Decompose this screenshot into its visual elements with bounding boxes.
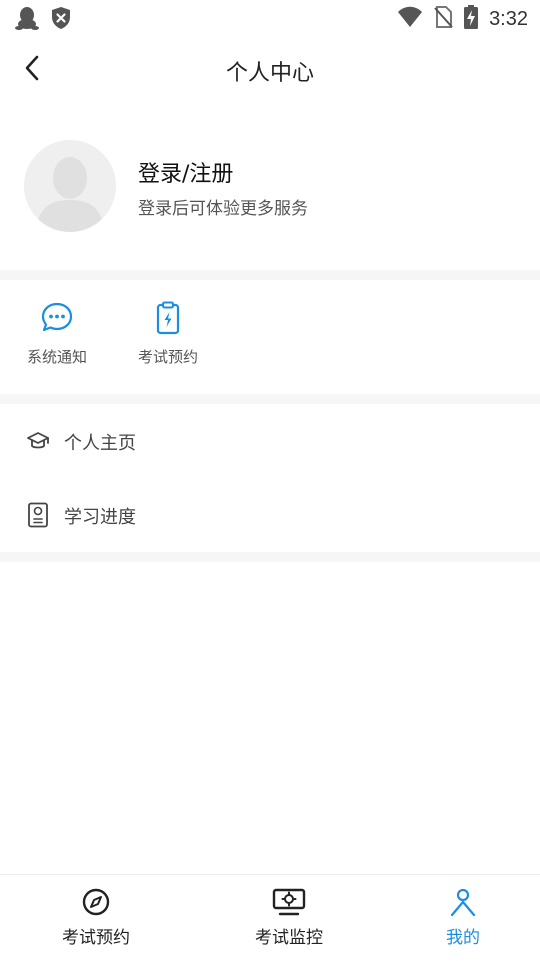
nav-label: 我的 <box>446 928 480 948</box>
no-sim-icon <box>433 5 453 33</box>
status-time: 3:32 <box>489 7 528 30</box>
nav-tab-mine[interactable]: 我的 <box>398 887 528 948</box>
shield-x-icon <box>50 6 72 34</box>
menu-item-personal-home[interactable]: 个人主页 <box>0 404 540 478</box>
profile-section[interactable]: 登录/注册 登录后可体验更多服务 <box>0 104 540 270</box>
nav-label: 考试预约 <box>62 928 130 948</box>
page-title: 个人中心 <box>225 61 314 86</box>
clipboard-bolt-icon <box>156 301 180 335</box>
monitor-gear-icon <box>272 888 306 916</box>
menu-item-study-progress[interactable]: 学习进度 <box>0 478 540 552</box>
quick-action-system-notice[interactable]: 系统通知 <box>2 300 112 367</box>
chat-bubble-icon <box>41 302 73 332</box>
default-avatar-icon[interactable] <box>24 140 116 232</box>
section-divider <box>0 394 540 404</box>
menu-item-label: 学习进度 <box>64 507 136 528</box>
section-divider <box>0 552 540 562</box>
section-divider <box>0 270 540 280</box>
nav-label: 考试监控 <box>255 928 323 948</box>
battery-charging-icon <box>463 5 479 33</box>
quick-action-label: 系统通知 <box>26 348 87 366</box>
quick-actions: 系统通知 考试预约 <box>0 280 540 394</box>
menu-item-label: 个人主页 <box>64 433 136 454</box>
login-register-link[interactable]: 登录/注册 <box>138 156 233 188</box>
qq-icon <box>14 5 40 35</box>
bottom-nav: 考试预约 考试监控 我的 <box>0 874 540 961</box>
menu-list: 个人主页 学习进度 <box>0 404 540 552</box>
wifi-icon <box>397 6 423 32</box>
graduation-cap-icon <box>27 432 49 449</box>
login-subtitle: 登录后可体验更多服务 <box>138 199 308 219</box>
certificate-icon <box>28 502 48 528</box>
person-icon <box>450 888 476 917</box>
nav-tab-exam-booking[interactable]: 考试预约 <box>31 887 161 948</box>
quick-action-label: 考试预约 <box>137 348 198 366</box>
compass-icon <box>82 888 110 916</box>
status-bar: 3:32 <box>0 0 540 36</box>
nav-tab-exam-monitor[interactable]: 考试监控 <box>224 887 354 948</box>
quick-action-exam-booking[interactable]: 考试预约 <box>113 300 223 367</box>
app-header: 个人中心 <box>0 36 540 104</box>
